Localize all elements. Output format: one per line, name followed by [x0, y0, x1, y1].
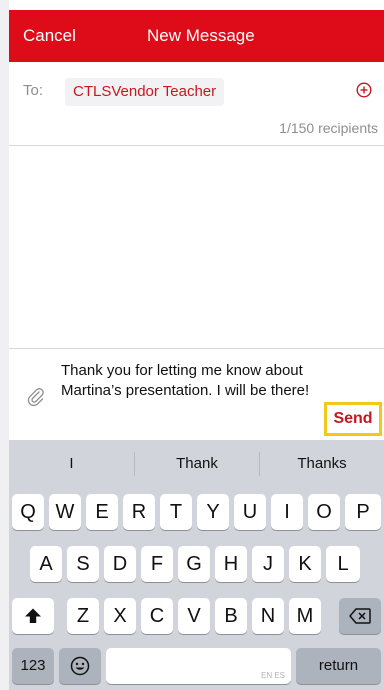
recipient-count: 1/150 recipients: [279, 120, 378, 136]
key-c[interactable]: C: [141, 598, 173, 634]
key-z[interactable]: Z: [67, 598, 99, 634]
key-t[interactable]: T: [160, 494, 192, 530]
return-key[interactable]: return: [296, 648, 381, 684]
suggestion-bar: I Thank Thanks: [9, 440, 384, 488]
screen: Cancel New Message To: CTLSVendor Teache…: [0, 0, 384, 690]
key-m[interactable]: M: [289, 598, 321, 634]
key-y[interactable]: Y: [197, 494, 229, 530]
key-x[interactable]: X: [104, 598, 136, 634]
to-label: To:: [23, 82, 44, 99]
key-f[interactable]: F: [141, 546, 173, 582]
key-a[interactable]: A: [30, 546, 62, 582]
nav-bar: Cancel New Message: [9, 10, 384, 62]
key-g[interactable]: G: [178, 546, 210, 582]
key-p[interactable]: P: [345, 494, 381, 530]
key-h[interactable]: H: [215, 546, 247, 582]
key-q[interactable]: Q: [12, 494, 44, 530]
recipient-chip[interactable]: CTLSVendor Teacher: [65, 78, 225, 106]
send-button[interactable]: Send: [324, 402, 382, 436]
plus-circle-icon[interactable]: [356, 82, 372, 98]
paperclip-icon[interactable]: [27, 387, 45, 407]
page-title: New Message: [147, 26, 255, 45]
key-j[interactable]: J: [252, 546, 284, 582]
key-o[interactable]: O: [308, 494, 340, 530]
key-b[interactable]: B: [215, 598, 247, 634]
delete-key[interactable]: [339, 598, 381, 634]
key-r[interactable]: R: [123, 494, 155, 530]
key-k[interactable]: K: [289, 546, 321, 582]
key-v[interactable]: V: [178, 598, 210, 634]
left-edge: [0, 0, 9, 690]
key-n[interactable]: N: [252, 598, 284, 634]
key-u[interactable]: U: [234, 494, 266, 530]
key-s[interactable]: S: [67, 546, 99, 582]
key-e[interactable]: E: [86, 494, 118, 530]
key-w[interactable]: W: [49, 494, 81, 530]
shift-key[interactable]: [12, 598, 54, 634]
shift-icon: [25, 608, 41, 623]
space-key[interactable]: EN ES: [106, 648, 291, 684]
suggestion-item[interactable]: I: [9, 440, 134, 488]
key-d[interactable]: D: [104, 546, 136, 582]
message-thread: [9, 146, 384, 348]
cancel-button[interactable]: Cancel: [23, 10, 76, 62]
key-l[interactable]: L: [326, 546, 360, 582]
new-message-screen: Cancel New Message To: CTLSVendor Teache…: [9, 0, 384, 690]
compose-bar: Thank you for letting me know about Mart…: [9, 348, 384, 440]
suggestion-item[interactable]: Thanks: [260, 440, 384, 488]
suggestion-item[interactable]: Thank: [135, 440, 259, 488]
key-i[interactable]: I: [271, 494, 303, 530]
message-input[interactable]: Thank you for letting me know about Mart…: [61, 361, 311, 401]
recipients-area: To: CTLSVendor Teacher 1/150 recipients: [9, 62, 384, 146]
emoji-key[interactable]: [59, 648, 101, 684]
keyboard: I Thank Thanks Q W E R T Y U I O P A S D…: [9, 440, 384, 690]
numbers-key[interactable]: 123: [12, 648, 54, 684]
emoji-icon: [70, 656, 90, 676]
backspace-icon: [349, 608, 371, 624]
space-language-label: EN ES: [260, 671, 285, 680]
